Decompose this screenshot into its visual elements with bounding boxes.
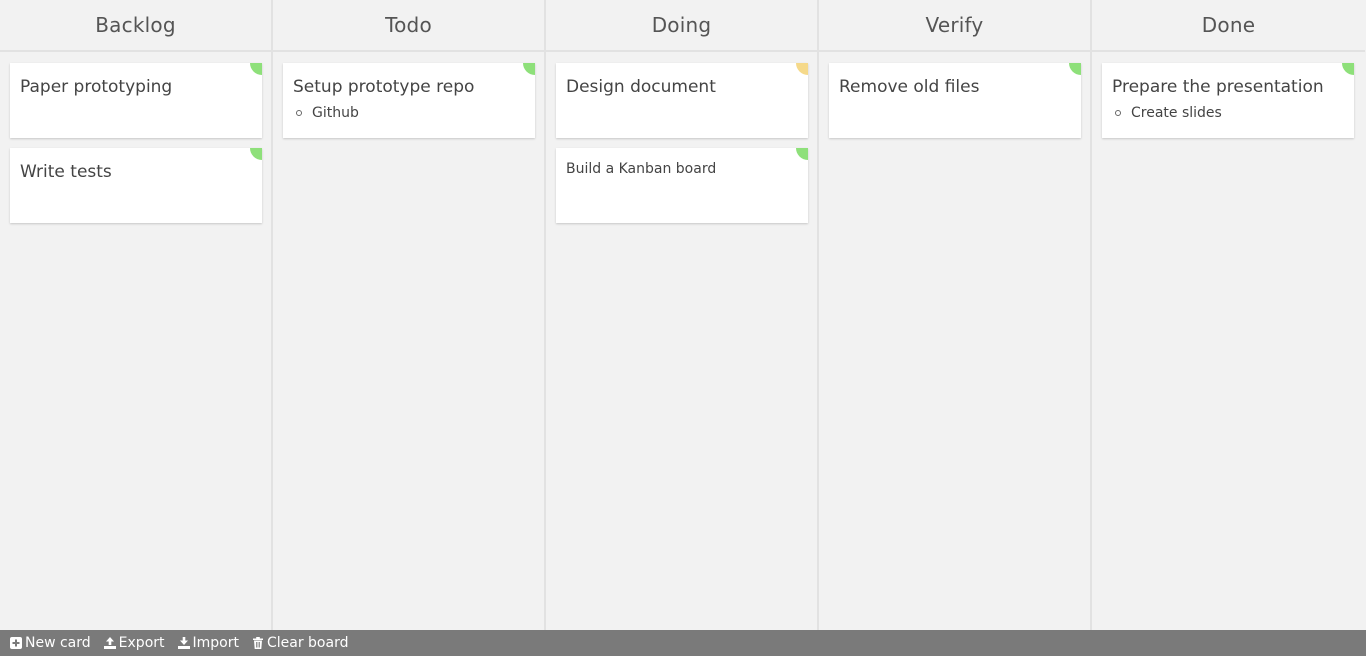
import-button[interactable]: Import <box>177 635 239 651</box>
new-card-label: New card <box>25 635 91 651</box>
card-list: Remove old files <box>819 52 1090 138</box>
card[interactable]: Write tests <box>10 148 262 223</box>
column-title: Backlog <box>0 0 271 52</box>
trash-icon <box>252 637 263 649</box>
card-list: Paper prototyping Write tests <box>0 52 271 223</box>
export-button[interactable]: Export <box>103 635 165 651</box>
clear-board-button[interactable]: Clear board <box>252 635 349 651</box>
column-doing: Doing Design document Build a Kanban boa… <box>546 0 819 630</box>
card[interactable]: Prepare the presentation Create slides <box>1102 63 1354 138</box>
new-card-button[interactable]: New card <box>10 635 91 651</box>
card[interactable]: Build a Kanban board <box>556 148 808 223</box>
status-dot <box>1069 63 1081 75</box>
card-title: Setup prototype repo <box>293 77 475 97</box>
card[interactable]: Setup prototype repo Github <box>283 63 535 138</box>
checklist-item: Github <box>296 104 525 122</box>
card-title: Design document <box>566 77 716 97</box>
status-dot <box>250 148 262 160</box>
status-dot <box>250 63 262 75</box>
checklist-item: Create slides <box>1115 104 1344 122</box>
status-dot <box>523 63 535 75</box>
column-title: Verify <box>819 0 1090 52</box>
column-title: Todo <box>273 0 544 52</box>
card-title: Remove old files <box>839 77 980 97</box>
status-dot <box>796 63 808 75</box>
download-icon <box>177 637 190 649</box>
upload-icon <box>103 637 116 649</box>
checklist-item-label: Create slides <box>1131 105 1222 121</box>
column-verify: Verify Remove old files <box>819 0 1092 630</box>
card[interactable]: Paper prototyping <box>10 63 262 138</box>
card-title: Write tests <box>20 162 112 182</box>
clear-board-label: Clear board <box>266 635 349 651</box>
card[interactable]: Design document <box>556 63 808 138</box>
card-checklist: Create slides <box>1112 104 1344 122</box>
bullet-icon <box>1115 110 1121 116</box>
column-done: Done Prepare the presentation Create sli… <box>1092 0 1365 630</box>
card-title: Build a Kanban board <box>566 161 717 177</box>
column-backlog: Backlog Paper prototyping Write tests <box>0 0 273 630</box>
column-title: Done <box>1092 0 1365 52</box>
kanban-board: Backlog Paper prototyping Write tests To… <box>0 0 1366 630</box>
card[interactable]: Remove old files <box>829 63 1081 138</box>
card-list: Design document Build a Kanban board <box>546 52 817 223</box>
footer-toolbar: New card Export Import Clear board <box>0 630 1366 656</box>
checklist-item-label: Github <box>312 105 359 121</box>
import-label: Import <box>192 635 239 651</box>
status-dot <box>1342 63 1354 75</box>
status-dot <box>796 148 808 160</box>
card-checklist: Github <box>293 104 525 122</box>
card-list: Setup prototype repo Github <box>273 52 544 138</box>
card-list: Prepare the presentation Create slides <box>1092 52 1365 138</box>
bullet-icon <box>296 110 302 116</box>
card-title: Prepare the presentation <box>1112 77 1324 97</box>
plus-square-icon <box>10 637 22 649</box>
column-todo: Todo Setup prototype repo Github <box>273 0 546 630</box>
card-title: Paper prototyping <box>20 77 173 97</box>
export-label: Export <box>118 635 165 651</box>
column-title: Doing <box>546 0 817 52</box>
